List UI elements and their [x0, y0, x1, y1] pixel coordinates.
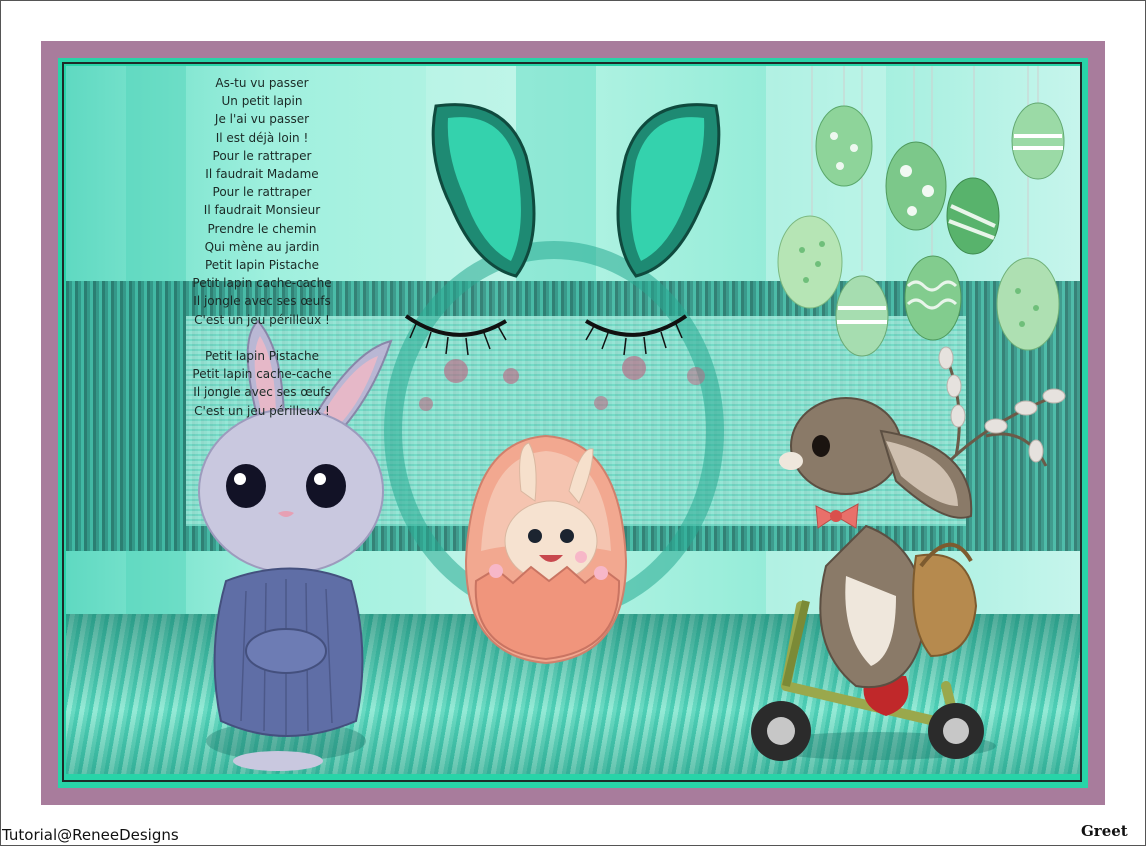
inner-frame-line: [62, 62, 1082, 782]
artist-signature: Greet: [1081, 822, 1128, 840]
tutorial-credit: Tutorial@ReneeDesigns: [2, 826, 179, 844]
